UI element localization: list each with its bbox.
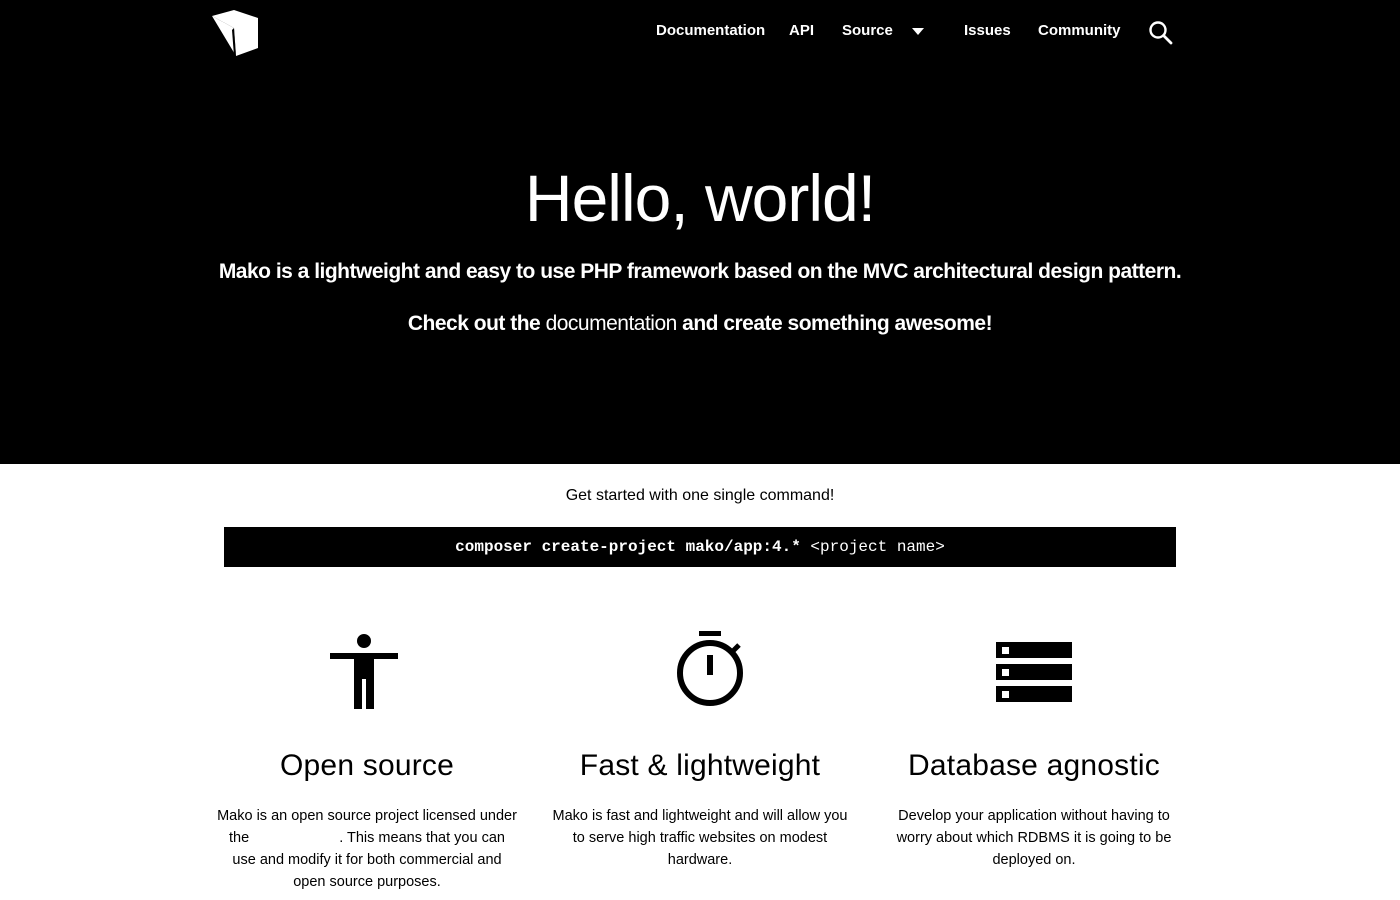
- feature-description: Mako is an open source project licensed …: [212, 805, 522, 893]
- feature-fast-lightweight: Fast & lightweight Mako is fast and ligh…: [545, 625, 855, 871]
- feature-description-after: . This means that you can use and modify…: [232, 830, 505, 890]
- feature-description: Develop your application without having …: [896, 808, 1172, 868]
- accessibility-person-icon: [330, 634, 398, 709]
- main-nav: Documentation API Source Issues Communit…: [0, 18, 1400, 46]
- hero-cta: Check out the documentation and create s…: [0, 312, 1400, 336]
- nav-community[interactable]: Community: [1038, 22, 1121, 39]
- nav-issues[interactable]: Issues: [964, 22, 1011, 39]
- feature-title: Open source: [280, 749, 454, 782]
- documentation-link[interactable]: documentation: [546, 312, 678, 335]
- cta-text-before: Check out the: [407, 312, 546, 335]
- page-title: Hello, world!: [524, 161, 876, 235]
- get-started-text: Get started with one single command!: [565, 487, 835, 504]
- feature-title: Database agnostic: [908, 749, 1160, 782]
- cta-text-after: and create something awesome!: [676, 312, 993, 335]
- feature-open-source: Open source Mako is an open source proje…: [212, 625, 522, 893]
- feature-database-agnostic: Database agnostic Develop your applicati…: [879, 625, 1189, 871]
- stopwatch-icon: [677, 631, 743, 706]
- install-command: composer create-project mako/app:4.*: [455, 538, 801, 556]
- nav-documentation[interactable]: Documentation: [656, 22, 765, 39]
- hero-section: Documentation API Source Issues Communit…: [0, 0, 1400, 464]
- nav-api[interactable]: API: [789, 22, 814, 39]
- install-command-box[interactable]: composer create-project mako/app:4.* <pr…: [224, 527, 1176, 567]
- feature-description: Mako is fast and lightweight and will al…: [552, 808, 848, 868]
- install-command-arg: <project name>: [800, 538, 945, 556]
- caret-down-icon[interactable]: [912, 28, 924, 35]
- search-icon[interactable]: [1148, 20, 1174, 46]
- hero-tagline: Mako is a lightweight and easy to use PH…: [218, 260, 1182, 283]
- nav-source[interactable]: Source: [842, 22, 893, 39]
- feature-title: Fast & lightweight: [579, 749, 821, 782]
- database-servers-icon: [996, 642, 1072, 702]
